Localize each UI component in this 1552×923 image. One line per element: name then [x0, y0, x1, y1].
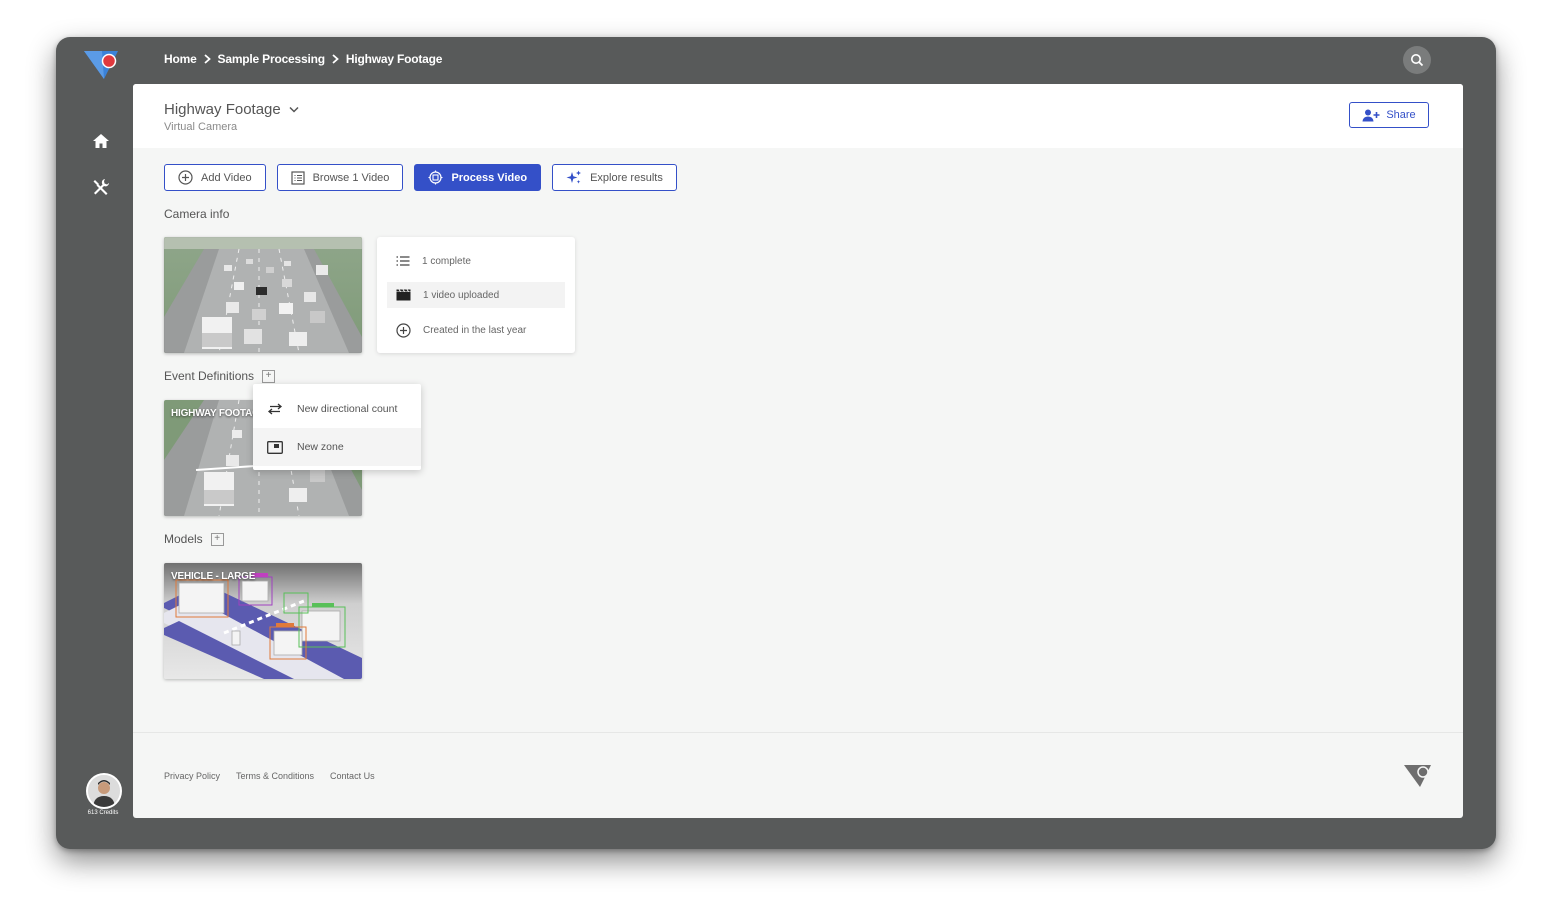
terms-conditions-link[interactable]: Terms & Conditions — [236, 771, 314, 781]
sparkle-icon — [566, 170, 582, 184]
page-subtitle: Virtual Camera — [164, 121, 238, 133]
footer-logo — [1404, 765, 1431, 787]
credits-count: 613 Credits — [87, 810, 119, 816]
main-panel: Highway Footage Virtual Camera Share Add… — [133, 84, 1463, 818]
plus-circle-icon — [396, 322, 411, 338]
event-thumbnail-label: HIGHWAY FOOTAG — [171, 408, 260, 419]
browse-video-button[interactable]: Browse 1 Video — [276, 164, 404, 191]
info-row-created: Created in the last year — [387, 317, 565, 343]
plus-circle-icon — [178, 170, 193, 185]
home-icon[interactable] — [90, 130, 112, 152]
explore-results-button[interactable]: Explore results — [552, 164, 677, 191]
tools-icon[interactable] — [90, 176, 112, 198]
info-row-videos: 1 video uploaded — [387, 282, 565, 308]
process-video-button[interactable]: Process Video — [414, 164, 542, 191]
page-title: Highway Footage — [164, 101, 281, 118]
chevron-right-icon — [331, 54, 340, 64]
list-box-icon — [290, 170, 305, 185]
info-text: 1 complete — [422, 255, 471, 267]
avatar[interactable] — [86, 773, 122, 809]
event-definitions-label: Event Definitions — [164, 369, 255, 383]
info-row-complete: 1 complete — [387, 248, 565, 274]
add-video-button[interactable]: Add Video — [164, 164, 266, 191]
share-button[interactable]: Share — [1349, 102, 1429, 128]
model-thumbnail-label: VEHICLE - LARGE — [171, 571, 256, 582]
toolbar: Add Video Browse 1 Video Process Video E… — [164, 164, 677, 191]
camera-info-heading: Camera info — [164, 207, 229, 221]
swap-arrows-icon — [267, 403, 283, 415]
camera-info-card: 1 complete 1 video uploaded Created in t… — [377, 237, 575, 353]
breadcrumb-current[interactable]: Highway Footage — [346, 52, 443, 66]
info-text: 1 video uploaded — [423, 289, 500, 301]
footer-divider — [133, 732, 1463, 733]
search-button[interactable] — [1403, 46, 1431, 74]
add-video-label: Add Video — [201, 171, 252, 184]
share-label: Share — [1386, 109, 1416, 121]
chevron-right-icon — [203, 54, 212, 64]
search-icon — [1411, 54, 1424, 67]
add-model-button[interactable]: + — [210, 532, 224, 546]
event-definitions-heading: Event Definitions + — [164, 369, 276, 383]
app-logo[interactable] — [82, 47, 122, 83]
menu-item-new-zone[interactable]: New zone — [253, 428, 421, 466]
camera-info-label: Camera info — [164, 207, 230, 221]
add-event-definition-button[interactable]: + — [262, 369, 276, 383]
explore-results-label: Explore results — [590, 171, 663, 184]
menu-item-label: New directional count — [297, 403, 398, 415]
menu-item-directional-count[interactable]: New directional count — [253, 390, 421, 428]
add-user-icon — [1362, 109, 1380, 121]
info-text: Created in the last year — [423, 324, 527, 336]
processor-chip-icon — [428, 170, 443, 185]
privacy-policy-link[interactable]: Privacy Policy — [164, 771, 220, 781]
models-heading: Models + — [164, 532, 224, 546]
list-icon — [396, 256, 410, 266]
camera-thumbnail[interactable] — [164, 237, 362, 353]
process-video-label: Process Video — [451, 171, 528, 184]
camera-title-dropdown[interactable]: Highway Footage — [164, 101, 299, 118]
chevron-down-icon — [289, 106, 299, 113]
footer-links: Privacy Policy Terms & Conditions Contac… — [164, 771, 375, 781]
zone-icon — [267, 440, 283, 454]
app-window: Home Sample Processing Highway Footage 6… — [56, 37, 1496, 849]
model-thumbnail[interactable]: VEHICLE - LARGE — [164, 563, 362, 679]
menu-item-label: New zone — [297, 441, 344, 453]
breadcrumb: Home Sample Processing Highway Footage — [164, 51, 442, 67]
breadcrumb-home[interactable]: Home — [164, 52, 197, 66]
breadcrumb-sample-processing[interactable]: Sample Processing — [218, 52, 326, 66]
browse-video-label: Browse 1 Video — [312, 171, 390, 184]
panel-header: Highway Footage Virtual Camera Share — [133, 84, 1463, 148]
event-definition-menu: New directional count New zone — [253, 384, 421, 470]
clapperboard-icon — [396, 289, 411, 301]
models-label: Models — [164, 532, 203, 546]
contact-us-link[interactable]: Contact Us — [330, 771, 375, 781]
